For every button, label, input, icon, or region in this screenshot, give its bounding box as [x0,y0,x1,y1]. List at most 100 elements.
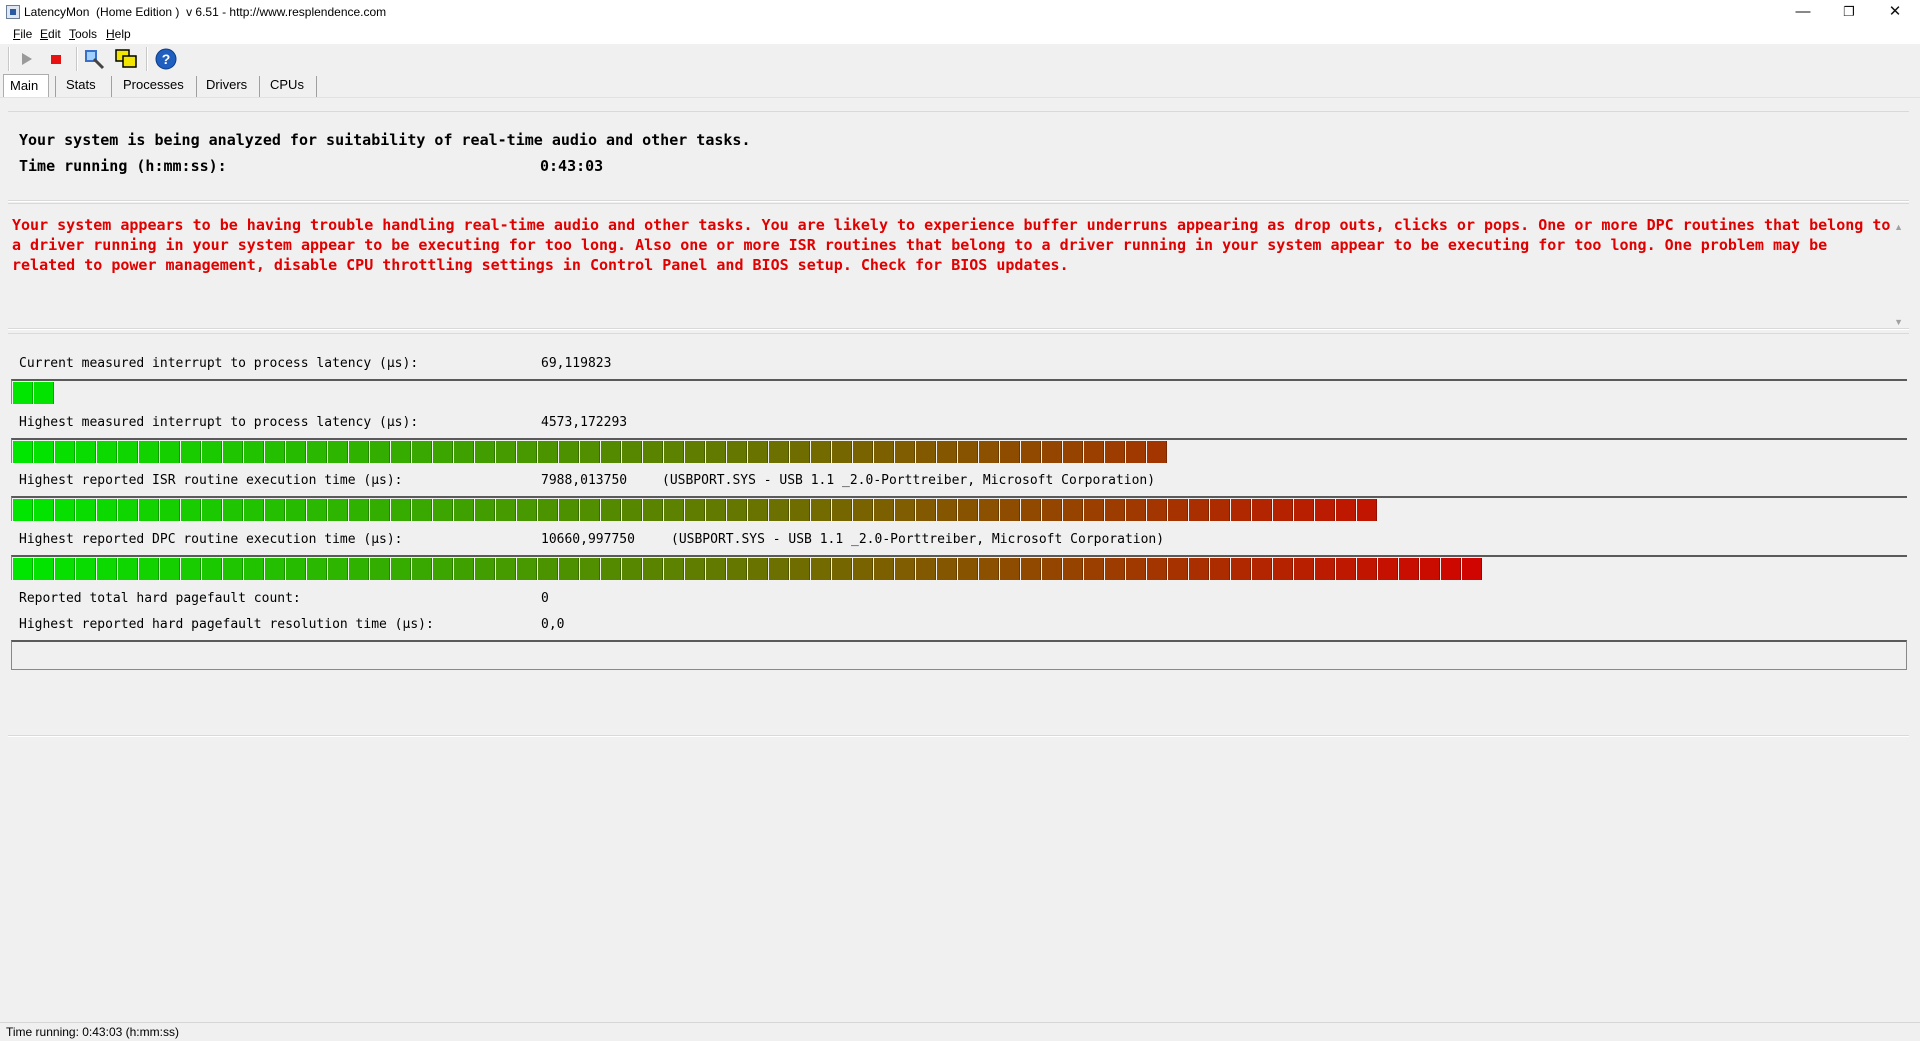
menu-file[interactable]: File [13,27,32,41]
bar-segment [433,441,453,463]
maximize-button[interactable]: ❐ [1826,0,1872,26]
bar-segment [265,558,285,580]
tab-main[interactable]: Main [3,74,49,98]
bar-segment [223,558,243,580]
bar-segment [727,441,747,463]
analyze-button[interactable] [82,47,106,71]
bar-segment [1441,558,1461,580]
bar-segment [1231,499,1251,521]
bar-segment [1021,499,1041,521]
title-bar: LatencyMon (Home Edition ) v 6.51 - http… [0,0,1920,26]
bar-segment [349,441,369,463]
bar-segment [160,558,180,580]
windows-button[interactable] [114,47,138,71]
bar-segment [664,558,684,580]
bar-segment [1168,499,1188,521]
bar-segment [391,558,411,580]
bar-segment [1189,499,1209,521]
bar-segment [286,499,306,521]
tab-cpus[interactable]: CPUs [264,74,310,98]
scroll-down-arrow[interactable]: ▼ [1894,317,1903,327]
bar-segment [517,558,537,580]
bar-segment [1231,558,1251,580]
bar-segment [97,499,117,521]
bar-segment [874,499,894,521]
isr-time-value: 7988,013750 [541,473,628,488]
tab-stats-label: Stats [66,77,96,92]
bar-segment [202,499,222,521]
bar-segment [13,441,33,463]
menu-help[interactable]: Help [106,27,131,41]
bar-segment [1357,499,1377,521]
bar-segment [706,441,726,463]
bar-segment [1126,558,1146,580]
bar-segment [706,499,726,521]
bar-segment [811,441,831,463]
tab-cpus-label: CPUs [270,77,304,92]
current-latency-bar [11,379,1907,404]
bar-segment [706,558,726,580]
bar-segment [685,441,705,463]
bar-segment [1315,558,1335,580]
bar-segment [496,558,516,580]
bar-segment [307,499,327,521]
bar-segment [643,499,663,521]
bar-segment [286,558,306,580]
bar-segment [748,441,768,463]
bar-segment [559,499,579,521]
bar-segment [1210,499,1230,521]
tab-stats[interactable]: Stats [60,74,102,98]
tab-drivers-label: Drivers [206,77,248,92]
close-button[interactable]: ✕ [1872,0,1918,26]
bar-segment [412,441,432,463]
metrics-panel: Current measured interrupt to process la… [8,333,1909,737]
bar-segment [769,558,789,580]
bar-segment [1063,499,1083,521]
bar-segment [1336,558,1356,580]
bar-segment [811,499,831,521]
dpc-time-bar [11,555,1907,580]
bar-segment [685,558,705,580]
tab-processes-label: Processes [123,77,184,92]
bar-segment [412,499,432,521]
analyze-icon [85,50,105,70]
bar-segment [727,499,747,521]
bar-segment [1084,441,1104,463]
tab-processes[interactable]: Processes [117,74,190,98]
bar-segment [937,441,957,463]
menu-edit[interactable]: Edit [40,27,61,41]
bar-segment [181,441,201,463]
bar-segment [244,499,264,521]
bar-segment [664,441,684,463]
bar-segment [538,441,558,463]
menu-tools[interactable]: Tools [69,27,97,41]
bar-segment [748,499,768,521]
scroll-up-arrow[interactable]: ▲ [1894,222,1903,232]
bar-segment [727,558,747,580]
tab-drivers[interactable]: Drivers [200,74,253,98]
toolbar: ? [0,44,1920,74]
bar-segment [265,499,285,521]
bar-segment [1063,558,1083,580]
bar-segment [370,558,390,580]
bar-segment [328,441,348,463]
bar-segment [265,441,285,463]
help-button[interactable]: ? [154,47,178,71]
bar-segment [454,441,474,463]
time-running-label: Time running (h:mm:ss): [19,157,227,175]
bar-segment [433,499,453,521]
bar-segment [307,558,327,580]
tab-main-label: Main [10,78,39,93]
stop-button[interactable] [44,47,68,71]
dpc-driver-detail: (USBPORT.SYS - USB 1.1 _2.0-Porttreiber,… [671,532,1165,547]
bar-segment [1357,558,1377,580]
bar-segment [1252,558,1272,580]
bar-segment [916,558,936,580]
bar-segment [601,441,621,463]
bar-segment [622,441,642,463]
minimize-button[interactable]: — [1780,0,1826,26]
bar-segment [832,558,852,580]
start-button[interactable] [14,47,38,71]
bar-segment [916,499,936,521]
status-time-running: Time running: 0:43:03 (h:mm:ss) [6,1025,179,1039]
